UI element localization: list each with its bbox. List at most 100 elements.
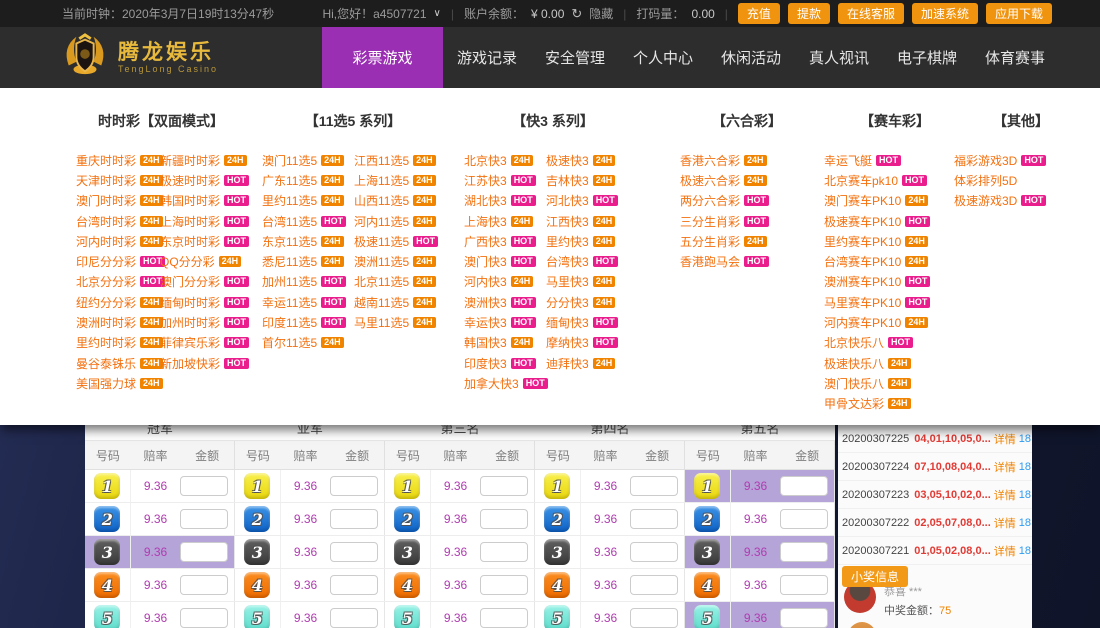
lottery-link[interactable]: 澳门快3HOT [464, 251, 546, 271]
lottery-link[interactable]: 江西快324H [546, 211, 628, 231]
lottery-link[interactable]: 里约时时彩24H [76, 333, 160, 353]
record-detail-link[interactable]: 详情 [994, 459, 1016, 475]
lottery-link[interactable]: 澳门分分彩HOT [160, 272, 244, 292]
topbar-button[interactable]: 在线客服 [838, 3, 904, 24]
ball-cell[interactable]: 5 [385, 602, 431, 628]
ball-cell[interactable]: 2 [385, 503, 431, 535]
lottery-link[interactable]: 北京赛车pk10HOT [824, 170, 970, 190]
lottery-link[interactable]: 河内时时彩24H [76, 231, 160, 251]
nav-item[interactable]: 休闲活动 [707, 27, 795, 88]
amount-input[interactable] [780, 476, 828, 496]
lottery-link[interactable]: 河内11选524H [354, 211, 446, 231]
ball-cell[interactable]: 2 [535, 503, 581, 535]
lottery-link[interactable]: 缅甸时时彩HOT [160, 292, 244, 312]
number-ball[interactable]: 2 [394, 506, 420, 532]
small-win-badge[interactable]: 小奖信息 [842, 566, 908, 587]
number-ball[interactable]: 2 [244, 506, 270, 532]
amount-input[interactable] [630, 509, 678, 529]
amount-input[interactable] [180, 542, 228, 562]
hide-balance-button[interactable]: 隐藏 [589, 5, 613, 22]
amount-input[interactable] [780, 608, 828, 628]
lottery-link[interactable]: 里约快324H [546, 231, 628, 251]
ball-cell[interactable]: 4 [235, 569, 281, 601]
number-ball[interactable]: 5 [244, 605, 270, 628]
ball-cell[interactable]: 1 [535, 470, 581, 502]
lottery-link[interactable]: 体彩排列5D [954, 170, 1092, 190]
ball-cell[interactable]: 2 [85, 503, 131, 535]
amount-input[interactable] [780, 575, 828, 595]
lottery-link[interactable]: 香港六合彩24H [680, 150, 818, 170]
lottery-link[interactable]: 极速11选5HOT [354, 231, 446, 251]
ball-cell[interactable]: 3 [235, 536, 281, 568]
site-logo[interactable]: 腾龙娱乐 TengLong Casino [62, 32, 322, 83]
refresh-icon[interactable]: ↻ [571, 6, 582, 22]
lottery-link[interactable]: 三分生肖彩HOT [680, 211, 818, 231]
amount-input[interactable] [630, 608, 678, 628]
lottery-link[interactable]: 河内赛车PK1024H [824, 312, 970, 332]
lottery-link[interactable]: 里约赛车PK1024H [824, 231, 970, 251]
amount-input[interactable] [780, 542, 828, 562]
ball-cell[interactable]: 2 [235, 503, 281, 535]
lottery-link[interactable]: 江西11选524H [354, 150, 446, 170]
lottery-link[interactable]: 澳洲快3HOT [464, 292, 546, 312]
number-ball[interactable]: 1 [544, 473, 570, 499]
amount-input[interactable] [480, 509, 528, 529]
lottery-link[interactable]: 极速六合彩24H [680, 170, 818, 190]
lottery-link[interactable]: 幸运11选5HOT [262, 292, 354, 312]
lottery-link[interactable]: 山西11选524H [354, 191, 446, 211]
amount-input[interactable] [180, 575, 228, 595]
amount-input[interactable] [180, 476, 228, 496]
lottery-link[interactable]: 迪拜快324H [546, 353, 628, 373]
topbar-button[interactable]: 应用下载 [986, 3, 1052, 24]
record-detail-link[interactable]: 详情 [994, 543, 1016, 559]
topbar-button[interactable]: 提款 [788, 3, 830, 24]
lottery-link[interactable]: 广西快3HOT [464, 231, 546, 251]
ball-cell[interactable]: 3 [535, 536, 581, 568]
nav-item[interactable]: 体育赛事 [971, 27, 1059, 88]
number-ball[interactable]: 1 [394, 473, 420, 499]
ball-cell[interactable]: 1 [85, 470, 131, 502]
lottery-link[interactable]: 幸运飞艇HOT [824, 150, 970, 170]
lottery-link[interactable]: 幸运快3HOT [464, 312, 546, 332]
amount-input[interactable] [480, 476, 528, 496]
lottery-link[interactable]: 江苏快3HOT [464, 170, 546, 190]
record-detail-link[interactable]: 详情 [994, 431, 1016, 447]
amount-input[interactable] [480, 575, 528, 595]
lottery-link[interactable]: 韩国时时彩HOT [160, 191, 244, 211]
lottery-link[interactable]: 福彩游戏3DHOT [954, 150, 1092, 170]
ball-cell[interactable]: 1 [685, 470, 731, 502]
lottery-link[interactable]: 湖北快3HOT [464, 191, 546, 211]
ball-cell[interactable]: 5 [235, 602, 281, 628]
lottery-link[interactable]: 马里赛车PK10HOT [824, 292, 970, 312]
number-ball[interactable]: 5 [544, 605, 570, 628]
lottery-link[interactable]: 印度快3HOT [464, 353, 546, 373]
user-greeting[interactable]: Hi,您好！a4507721 [322, 5, 426, 22]
number-ball[interactable]: 3 [694, 539, 720, 565]
number-ball[interactable]: 2 [694, 506, 720, 532]
lottery-link[interactable]: 摩纳快3HOT [546, 333, 628, 353]
lottery-link[interactable]: 澳门时时彩24H [76, 191, 160, 211]
lottery-link[interactable]: 极速时时彩HOT [160, 170, 244, 190]
amount-input[interactable] [780, 509, 828, 529]
ball-cell[interactable]: 1 [385, 470, 431, 502]
lottery-link[interactable]: 北京快乐八HOT [824, 333, 970, 353]
lottery-link[interactable]: 北京快324H [464, 150, 546, 170]
lottery-link[interactable]: 台湾快3HOT [546, 251, 628, 271]
lottery-link[interactable]: 香港跑马会HOT [680, 251, 818, 271]
ball-cell[interactable]: 3 [685, 536, 731, 568]
lottery-link[interactable]: 澳洲时时彩24H [76, 312, 160, 332]
lottery-link[interactable]: 澳洲赛车PK10HOT [824, 272, 970, 292]
record-detail-link[interactable]: 详情 [994, 515, 1016, 531]
lottery-link[interactable]: 台湾时时彩24H [76, 211, 160, 231]
ball-cell[interactable]: 3 [85, 536, 131, 568]
number-ball[interactable]: 4 [694, 572, 720, 598]
lottery-link[interactable]: 极速快324H [546, 150, 628, 170]
lottery-link[interactable]: 上海时时彩HOT [160, 211, 244, 231]
lottery-link[interactable]: 上海11选524H [354, 170, 446, 190]
lottery-link[interactable]: 澳门快乐八24H [824, 373, 970, 393]
lottery-link[interactable]: 马里11选524H [354, 312, 446, 332]
lottery-link[interactable]: 甲骨文达彩24H [824, 394, 970, 414]
amount-input[interactable] [180, 509, 228, 529]
ball-cell[interactable]: 5 [685, 602, 731, 628]
amount-input[interactable] [180, 608, 228, 628]
